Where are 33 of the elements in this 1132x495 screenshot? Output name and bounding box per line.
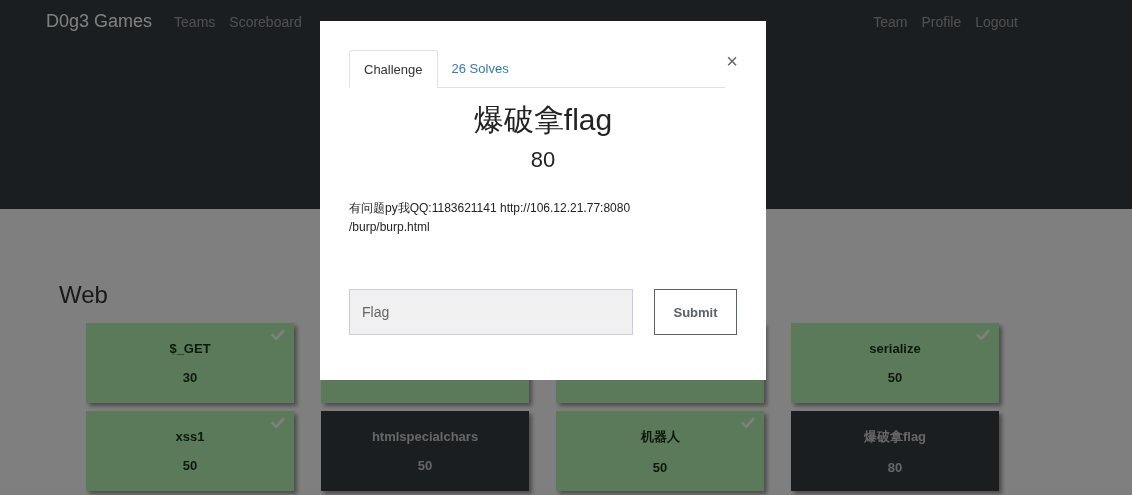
challenge-name: $_GET: [169, 341, 211, 356]
challenge-points: 50: [417, 458, 433, 473]
challenge-name: xss1: [175, 429, 205, 444]
challenge-points: 80: [887, 459, 903, 475]
tab[interactable]: Challenge: [349, 50, 438, 88]
tab[interactable]: 26 Solves: [437, 50, 523, 88]
description-text: 有问题py我QQ:1183621141 http://106.12.21.77:8080: [349, 200, 631, 217]
check-icon: [271, 417, 285, 428]
challenge-title: 爆破拿flag: [472, 102, 614, 138]
challenge-points: 30: [182, 370, 198, 385]
challenge-name: 爆破拿flag: [863, 427, 927, 446]
challenge-name: htmlspecialchars: [371, 429, 479, 444]
check-icon: [271, 329, 285, 340]
challenge-card[interactable]: serialize 50: [791, 323, 999, 403]
challenge-points: 50: [887, 370, 903, 385]
brand-link[interactable]: D0g3 Games: [46, 11, 153, 32]
challenge-points: 50: [182, 458, 198, 473]
challenge-card[interactable]: xss1 50: [86, 411, 294, 491]
challenge-name: serialize: [869, 341, 921, 356]
challenge-card[interactable]: $_GET 30: [86, 323, 294, 403]
check-icon: [976, 329, 990, 340]
check-icon: [741, 417, 755, 428]
challenge-card[interactable]: 机器人 50: [556, 411, 764, 491]
challenge-points: 80: [529, 147, 557, 173]
category-title: Web: [59, 281, 109, 309]
challenge-card[interactable]: 爆破拿flag 80: [791, 411, 999, 491]
submit-button[interactable]: Submit: [654, 289, 737, 335]
challenge-points: 50: [652, 459, 668, 475]
description-text: /burp/burp.html: [349, 219, 430, 236]
challenge-card[interactable]: htmlspecialchars 50: [321, 411, 529, 491]
flag-input[interactable]: Flag: [349, 289, 633, 335]
close-button[interactable]: ×: [726, 51, 738, 71]
challenge-name: 机器人: [640, 427, 680, 446]
